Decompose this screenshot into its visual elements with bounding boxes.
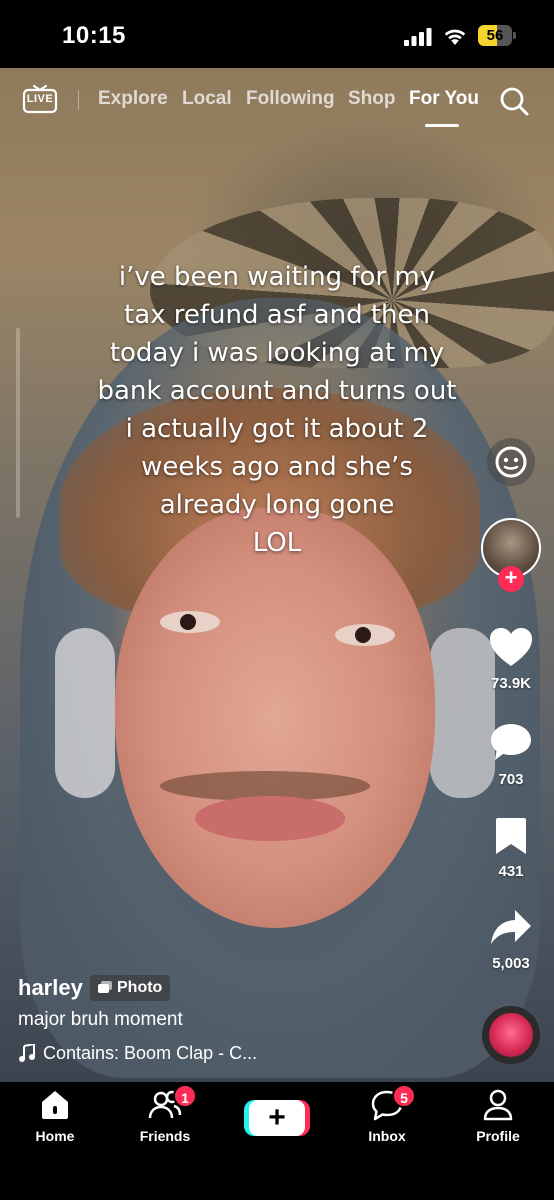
live-label: LIVE	[26, 93, 54, 105]
share-arrow-icon	[491, 910, 531, 944]
carousel-scroll-indicator	[16, 328, 20, 518]
post-type-label: Photo	[117, 979, 163, 996]
sound-disc[interactable]	[482, 1006, 540, 1064]
post-type-badge: Photo	[90, 975, 171, 1001]
tab-explore[interactable]: Explore	[98, 88, 168, 110]
create-button[interactable]: +	[244, 1100, 310, 1136]
tab-friends-label: Friends	[139, 1128, 191, 1144]
tab-profile-label: Profile	[476, 1128, 520, 1144]
like-button[interactable]: 73.9K	[481, 626, 541, 692]
tab-shop[interactable]: Shop	[348, 88, 396, 110]
status-bar: 10:15 56	[0, 0, 554, 68]
creator-username[interactable]: harley	[18, 975, 83, 1001]
share-button[interactable]: 5,003	[481, 908, 541, 972]
friends-notification-badge: 1	[173, 1084, 197, 1108]
comment-icon	[491, 724, 531, 760]
status-time: 10:15	[62, 22, 126, 49]
photo-overlay-text: i’ve been waiting for my tax refund asf …	[97, 262, 457, 558]
live-icon[interactable]: LIVE	[22, 84, 58, 116]
comment-count: 703	[498, 771, 524, 788]
top-nav: LIVE Explore Local Following Shop For Yo…	[0, 78, 554, 128]
post-description[interactable]: major bruh moment	[18, 1009, 183, 1031]
wifi-icon	[444, 29, 466, 45]
share-count: 5,003	[492, 955, 530, 972]
follow-button[interactable]: +	[498, 566, 524, 592]
plus-icon: +	[249, 1100, 305, 1136]
music-note-icon	[19, 1044, 35, 1062]
cellular-signal-icon	[404, 28, 432, 46]
home-icon	[42, 1091, 68, 1119]
battery-indicator: 56	[478, 25, 516, 46]
nav-divider	[78, 90, 79, 110]
post-photo[interactable]	[0, 68, 554, 1082]
tab-home-label: Home	[35, 1128, 75, 1144]
tab-profile[interactable]: Profile	[453, 1088, 543, 1144]
tab-home[interactable]: Home	[10, 1088, 100, 1144]
like-count: 73.9K	[490, 675, 532, 692]
sound-label: Contains: Boom Clap - C...	[43, 1043, 258, 1063]
comment-button[interactable]: 703	[481, 722, 541, 788]
sound-link[interactable]: Contains: Boom Clap - C...	[18, 1043, 257, 1064]
photo-icon	[98, 981, 112, 993]
save-count: 431	[498, 863, 524, 880]
tab-local[interactable]: Local	[182, 88, 232, 110]
bookmark-icon	[496, 818, 526, 854]
face-effect-icon	[495, 446, 527, 478]
save-button[interactable]: 431	[481, 816, 541, 880]
profile-icon	[483, 1089, 513, 1121]
effect-button[interactable]	[487, 438, 535, 486]
active-tab-indicator	[425, 124, 459, 127]
search-icon[interactable]	[499, 86, 529, 116]
bottom-tab-bar: Home Friends 1 + Inbox 5 Profile	[0, 1082, 554, 1200]
heart-icon	[490, 628, 532, 666]
inbox-notification-badge: 5	[392, 1084, 416, 1108]
battery-percent: 56	[486, 27, 504, 44]
tab-following[interactable]: Following	[246, 88, 335, 110]
tab-for-you[interactable]: For You	[409, 88, 479, 110]
tab-inbox-label: Inbox	[368, 1128, 406, 1144]
tab-inbox[interactable]: Inbox	[342, 1088, 432, 1144]
